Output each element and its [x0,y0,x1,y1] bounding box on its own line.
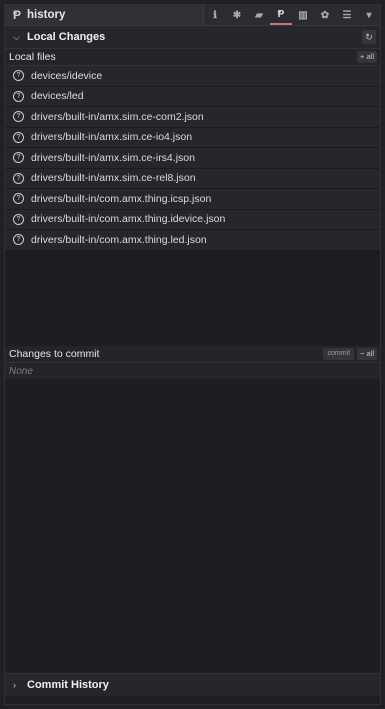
debug-icon[interactable]: ✱ [226,5,248,25]
book-icon[interactable]: ▰ [248,5,270,25]
gear-icon[interactable]: ✿ [314,5,336,25]
git-history-panel: Ᵽ history ℹ ✱ ▰ Ᵽ ▥ ✿ ☰ ▾ ⌵ Local Changes ↻ Loc… [4,4,381,705]
file-path: drivers/built-in/amx.sim.ce-io4.json [31,131,193,144]
file-path: drivers/built-in/amx.sim.ce-com2.json [31,110,204,123]
info-icon[interactable]: ℹ [204,5,226,25]
database-icon[interactable]: ☰ [336,5,358,25]
untracked-icon: ? [13,172,24,184]
local-files-label: Local files [9,51,56,63]
untracked-icon: ? [13,111,24,123]
chevron-right-icon: › [13,680,16,690]
file-row[interactable]: ? devices/idevice [5,66,380,87]
untracked-icon: ? [13,152,24,164]
commit-history-label: Commit History [27,679,109,691]
panel-title-text: history [27,9,66,21]
file-row[interactable]: ? drivers/built-in/amx.sim.ce-irs4.json [5,148,380,169]
file-path: drivers/built-in/amx.sim.ce-irs4.json [31,151,195,164]
file-row[interactable]: ? drivers/built-in/amx.sim.ce-com2.json [5,107,380,128]
git-branch-icon[interactable]: Ᵽ [270,5,292,25]
file-path: drivers/built-in/com.amx.thing.led.json [31,233,207,246]
untracked-icon: ? [13,70,24,82]
untracked-icon: ? [13,193,24,205]
file-row[interactable]: ? drivers/built-in/com.amx.thing.led.json [5,230,380,251]
local-files-list: ? devices/idevice? devices/led? drivers/bui… [5,66,380,346]
untracked-icon: ? [13,90,24,102]
untracked-icon: ? [13,213,24,225]
file-path: devices/led [31,90,84,103]
file-row[interactable]: ? drivers/built-in/amx.sim.ce-io4.json [5,127,380,148]
refresh-icon[interactable]: ↻ [362,30,376,44]
stage-all-button[interactable]: + all [357,51,377,63]
unstage-all-button[interactable]: − all [357,348,377,360]
top-bar: Ᵽ history ℹ ✱ ▰ Ᵽ ▥ ✿ ☰ ▾ [5,5,380,26]
local-changes-label: Local Changes [27,31,106,43]
file-row[interactable]: ? devices/led [5,86,380,107]
file-row[interactable]: ? drivers/built-in/amx.sim.ce-rel8.json [5,168,380,189]
untracked-icon: ? [13,234,24,246]
chart-icon[interactable]: ▥ [292,5,314,25]
local-files-header: Local files + all [5,49,380,66]
git-branch-icon: Ᵽ [13,8,22,22]
commit-history-header[interactable]: › Commit History [5,673,380,696]
file-path: drivers/built-in/amx.sim.ce-rel8.json [31,172,196,185]
panel-title: Ᵽ history [5,5,204,25]
chevron-down-icon[interactable]: ▾ [358,5,380,25]
file-row[interactable]: ? drivers/built-in/com.amx.thing.icsp.jso… [5,189,380,210]
file-path: drivers/built-in/com.amx.thing.icsp.json [31,192,212,205]
changes-to-commit-list [5,379,380,673]
file-path: drivers/built-in/com.amx.thing.idevice.j… [31,213,226,226]
changes-to-commit-label: Changes to commit [9,348,100,360]
changes-to-commit-header: Changes to commit commit − all [5,346,380,363]
sidebar-toolbar: ℹ ✱ ▰ Ᵽ ▥ ✿ ☰ ▾ [204,5,380,25]
commit-button[interactable]: commit [323,348,355,360]
untracked-icon: ? [13,131,24,143]
file-row[interactable]: ? drivers/built-in/com.amx.thing.idevice.… [5,209,380,230]
chevron-down-icon: ⌵ [13,31,20,42]
empty-commit-text: None [5,363,380,379]
file-path: devices/idevice [31,69,103,82]
local-changes-header[interactable]: ⌵ Local Changes ↻ [5,26,380,49]
